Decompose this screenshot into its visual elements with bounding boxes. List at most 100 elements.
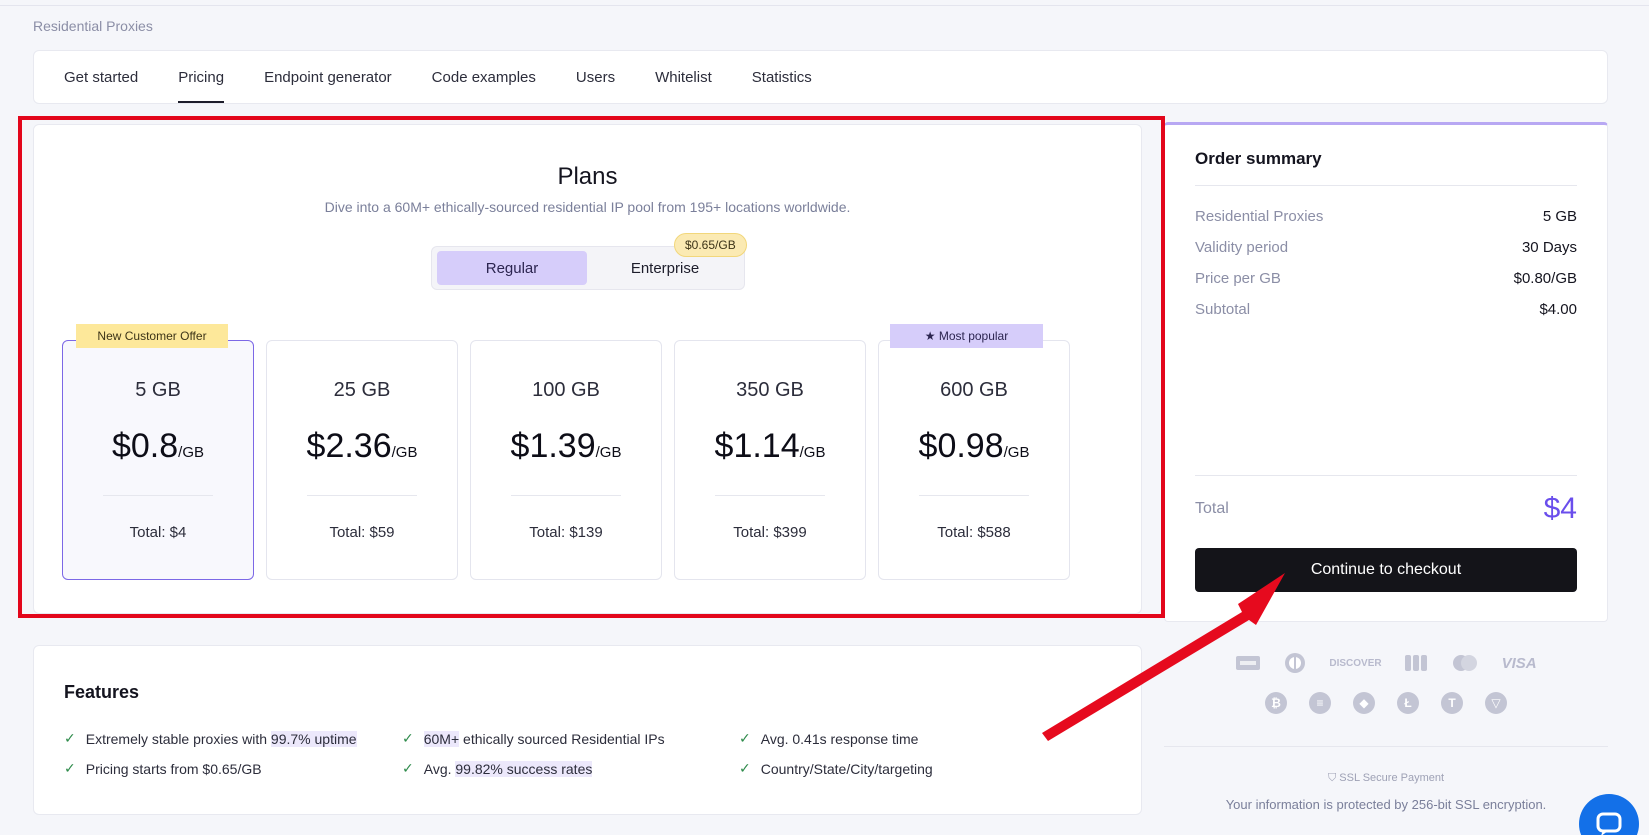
order-summary-title: Order summary — [1195, 149, 1322, 168]
amex-icon — [1235, 652, 1261, 674]
tab-whitelist[interactable]: Whitelist — [655, 51, 712, 103]
ssl-label: SSL Secure Payment — [1339, 772, 1445, 784]
tab-pricing[interactable]: Pricing — [178, 51, 224, 103]
row-label: Validity period — [1195, 239, 1289, 256]
tron-icon: ▽ — [1485, 692, 1507, 714]
litecoin-icon: Ł — [1397, 692, 1419, 714]
summary-divider — [1195, 475, 1577, 476]
plan-card-5gb[interactable]: 5 GB $0.8/GB Total: $4 — [62, 340, 254, 580]
card-divider — [103, 495, 213, 496]
plan-card-600gb[interactable]: 600 GB $0.98/GB Total: $588 — [878, 340, 1070, 580]
plan-card-100gb[interactable]: 100 GB $1.39/GB Total: $139 — [470, 340, 662, 580]
bitcoin-icon: ₿ — [1265, 692, 1287, 714]
features-title: Features — [64, 682, 140, 702]
plan-total: Total: $139 — [529, 524, 603, 541]
row-label: Subtotal — [1195, 301, 1251, 318]
tab-statistics[interactable]: Statistics — [752, 51, 812, 103]
feature-text: Avg. 99.82% success rates — [423, 760, 593, 777]
price-unit: /GB — [799, 444, 826, 461]
feature-item: ✓ Pricing starts from $0.65/GB — [64, 760, 262, 777]
plan-total: Total: $59 — [329, 524, 395, 541]
most-popular-ribbon: ★ Most popular — [890, 324, 1043, 348]
feature-item: ✓ 60M+ ethically sourced Residential IPs — [402, 730, 665, 747]
card-divider — [715, 495, 825, 496]
tab-bar: Get started Pricing Endpoint generator C… — [33, 50, 1608, 104]
mastercard-icon — [1450, 652, 1480, 674]
price-unit: /GB — [595, 444, 622, 461]
row-value: 30 Days — [1521, 239, 1577, 256]
top-border — [0, 0, 1649, 6]
feature-text: 60M+ ethically sourced Residential IPs — [423, 730, 665, 747]
price-value: $2.36 — [306, 427, 392, 465]
ethereum-icon: ◆ — [1353, 692, 1375, 714]
feature-item: ✓ Country/State/City/targeting — [739, 760, 933, 777]
dash-icon: ≡ — [1309, 692, 1331, 714]
visa-icon: VISA — [1501, 654, 1537, 672]
crypto-coins: ₿ ≡ ◆ Ł T ▽ — [1164, 692, 1608, 714]
features-panel: Features ✓ Extremely stable proxies with … — [33, 645, 1142, 815]
plan-size: 25 GB — [333, 379, 391, 401]
plan-price: $1.14/GB — [675, 427, 865, 466]
plan-price: $2.36/GB — [267, 427, 457, 466]
payments-divider — [1164, 746, 1608, 747]
feature-item: ✓ Avg. 99.82% success rates — [402, 760, 593, 777]
new-customer-ribbon: New Customer Offer — [76, 324, 228, 348]
plans-subtitle: Dive into a 60M+ ethically-sourced resid… — [324, 199, 851, 215]
enterprise-price-badge: $0.65/GB — [674, 233, 747, 257]
payment-methods: DISCOVER VISA ₿ ≡ ◆ Ł T ▽ — [1164, 652, 1608, 732]
shield-icon: ⛉ — [1327, 772, 1337, 784]
plan-size: 600 GB — [940, 379, 1008, 401]
summary-row-validity: Validity period 30 Days — [1195, 239, 1577, 261]
breadcrumb[interactable]: Residential Proxies — [33, 18, 153, 34]
row-label: Residential Proxies — [1195, 208, 1324, 225]
continue-to-checkout-button[interactable]: Continue to checkout — [1195, 548, 1577, 592]
feature-text: Avg. 0.41s response time — [760, 730, 919, 747]
ssl-secure-payment: ⛉ SSL Secure Payment — [1164, 772, 1608, 785]
check-icon: ✓ — [739, 730, 751, 746]
card-divider — [919, 495, 1029, 496]
check-icon: ✓ — [739, 760, 751, 776]
plan-price: $0.8/GB — [63, 427, 253, 466]
plan-price: $1.39/GB — [471, 427, 661, 466]
total-value: $4 — [1543, 492, 1577, 525]
discover-icon: DISCOVER — [1329, 657, 1382, 669]
plans-panel: Plans Dive into a 60M+ ethically-sourced… — [33, 124, 1142, 614]
tether-icon: T — [1441, 692, 1463, 714]
order-summary-panel: Order summary Residential Proxies 5 GB Va… — [1164, 122, 1608, 622]
feature-text: Pricing starts from $0.65/GB — [85, 760, 262, 777]
row-label: Price per GB — [1195, 270, 1281, 287]
tab-users[interactable]: Users — [576, 51, 615, 103]
price-value: $1.14 — [714, 427, 800, 465]
price-value: $1.39 — [510, 427, 596, 465]
summary-divider — [1195, 185, 1577, 186]
summary-row-product: Residential Proxies 5 GB — [1195, 208, 1577, 230]
check-icon: ✓ — [402, 730, 414, 746]
plan-total: Total: $588 — [937, 524, 1011, 541]
plan-total: Total: $399 — [733, 524, 807, 541]
feature-item: ✓ Avg. 0.41s response time — [739, 730, 918, 747]
plan-size: 5 GB — [135, 379, 181, 401]
tab-endpoint-generator[interactable]: Endpoint generator — [264, 51, 392, 103]
feature-item: ✓ Extremely stable proxies with 99.7% upt… — [64, 730, 357, 747]
tab-get-started[interactable]: Get started — [64, 51, 138, 103]
total-label: Total — [1195, 500, 1229, 517]
summary-row-price: Price per GB $0.80/GB — [1195, 270, 1577, 292]
row-value: 5 GB — [1542, 208, 1577, 225]
row-value: $0.80/GB — [1513, 270, 1577, 287]
chat-icon — [1596, 812, 1622, 835]
feature-text: Country/State/City/targeting — [760, 760, 933, 777]
price-value: $0.98 — [918, 427, 1004, 465]
plans-title: Plans — [557, 163, 618, 190]
plan-card-350gb[interactable]: 350 GB $1.14/GB Total: $399 — [674, 340, 866, 580]
toggle-regular[interactable]: Regular — [437, 251, 587, 285]
diners-icon — [1283, 652, 1307, 674]
summary-total: Total $4 — [1195, 492, 1577, 526]
price-unit: /GB — [391, 444, 418, 461]
price-unit: /GB — [178, 444, 205, 461]
plan-size: 100 GB — [532, 379, 600, 401]
tab-code-examples[interactable]: Code examples — [432, 51, 536, 103]
ssl-note: Your information is protected by 256-bit… — [1225, 797, 1547, 812]
plan-card-25gb[interactable]: 25 GB $2.36/GB Total: $59 — [266, 340, 458, 580]
card-divider — [307, 495, 417, 496]
summary-row-subtotal: Subtotal $4.00 — [1195, 301, 1577, 323]
